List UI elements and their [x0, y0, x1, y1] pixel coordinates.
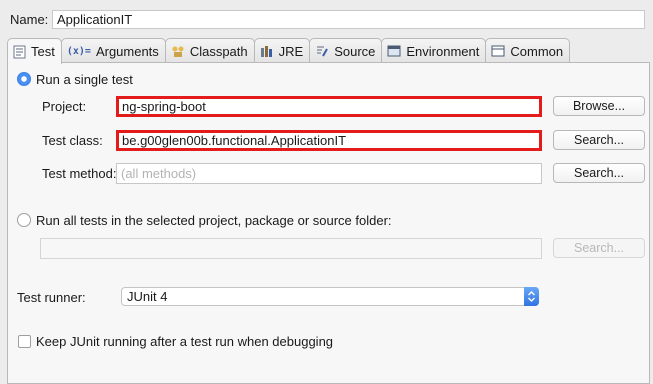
search-class-button[interactable]: Search...: [553, 130, 645, 150]
keep-running-label: Keep JUnit running after a test run when…: [36, 334, 334, 349]
test-method-field[interactable]: (all methods): [116, 163, 542, 184]
environment-icon: [387, 44, 401, 58]
tab-arguments-label: Arguments: [95, 43, 159, 59]
tab-environment[interactable]: Environment: [381, 38, 487, 63]
test-method-label: Test method:: [42, 166, 117, 181]
name-field[interactable]: [52, 10, 645, 29]
tab-source[interactable]: Source: [309, 38, 383, 63]
all-tests-radio[interactable]: [17, 213, 31, 227]
test-class-field[interactable]: be.g00glen00b.functional.ApplicationIT: [116, 130, 542, 151]
select-arrows-icon: [524, 287, 539, 306]
tab-jre[interactable]: JRE: [253, 38, 311, 63]
search-method-button[interactable]: Search...: [553, 163, 645, 183]
search-container-button[interactable]: Search...: [553, 238, 645, 258]
test-runner-select[interactable]: JUnit 4: [121, 287, 539, 306]
test-class-label: Test class:: [42, 133, 103, 148]
name-label: Name:: [10, 12, 49, 27]
tab-environment-label: Environment: [406, 43, 480, 59]
tab-test[interactable]: Test: [7, 38, 62, 64]
arguments-icon: (x)=: [66, 45, 91, 57]
tab-classpath[interactable]: Classpath: [164, 38, 255, 63]
jre-icon: [260, 44, 274, 58]
tab-test-label: Test: [31, 44, 55, 59]
tab-source-label: Source: [334, 43, 376, 59]
tab-common[interactable]: Common: [485, 38, 571, 63]
tab-arguments[interactable]: (x)= Arguments: [60, 38, 166, 63]
tab-classpath-label: Classpath: [189, 43, 248, 59]
tab-bar: Test (x)= Arguments Classpath JRE Source…: [7, 38, 571, 64]
single-test-radio[interactable]: [17, 72, 31, 86]
tab-common-label: Common: [510, 43, 564, 59]
project-field[interactable]: ng-spring-boot: [116, 96, 542, 117]
project-label: Project:: [42, 99, 87, 114]
common-icon: [491, 44, 505, 58]
container-field[interactable]: [40, 238, 542, 259]
test-runner-value: JUnit 4: [127, 289, 168, 304]
browse-button[interactable]: Browse...: [553, 96, 645, 116]
classpath-icon: [171, 44, 185, 58]
tab-jre-label: JRE: [278, 43, 304, 59]
test-runner-label: Test runner:: [17, 290, 86, 305]
all-tests-label: Run all tests in the selected project, p…: [36, 213, 392, 228]
keep-running-checkbox[interactable]: [18, 335, 31, 348]
source-icon: [315, 44, 329, 58]
test-icon: [13, 45, 26, 59]
single-test-label: Run a single test: [36, 72, 133, 87]
